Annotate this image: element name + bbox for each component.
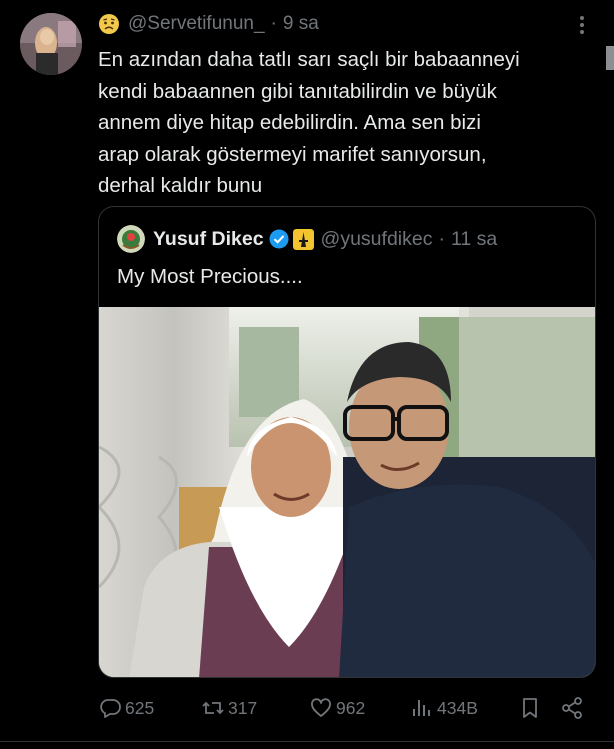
quoted-tweet-header: Yusuf Dikec @yusufdikec · 11 sa <box>117 225 497 253</box>
tweet-time[interactable]: 9 sa <box>283 13 319 35</box>
scrollbar-thumb[interactable] <box>606 46 614 70</box>
verified-badge-icon <box>269 229 289 249</box>
share-icon <box>562 697 582 719</box>
quoted-tweet[interactable]: Yusuf Dikec @yusufdikec · 11 sa My Most … <box>98 206 596 678</box>
tweet-text-line: arap olarak göstermeyi marifet sanıyorsu… <box>98 142 487 166</box>
affiliate-badge-icon <box>292 228 314 250</box>
user-avatar[interactable] <box>20 13 82 75</box>
tweet-handle[interactable]: @Servetifunun_ <box>128 13 265 35</box>
tweet-text-line: kendi babaannen gibi tanıtabilirdin ve b… <box>98 79 497 103</box>
heart-icon <box>311 698 331 717</box>
quoted-user-name[interactable]: Yusuf Dikec <box>153 228 264 251</box>
tweet-actions: 625 317 962 434B <box>98 692 588 724</box>
tweet[interactable]: @Servetifunun_ · 9 sa En azından daha ta… <box>0 0 614 740</box>
tweet-text-line: derhal kaldır bunu <box>98 174 263 197</box>
bookmark-button[interactable] <box>518 692 545 724</box>
worried-face-emoji-icon <box>99 14 119 34</box>
more-dots-icon[interactable] <box>572 14 592 36</box>
share-button[interactable] <box>560 692 587 724</box>
quoted-photo[interactable] <box>99 307 596 678</box>
tweet-text: En azından daha tatlı sarı saçlı bir bab… <box>98 44 598 202</box>
tweet-separator: · <box>270 13 277 34</box>
views-button[interactable]: 434B <box>410 692 478 724</box>
quoted-user-avatar[interactable] <box>117 225 145 253</box>
retweet-count: 317 <box>228 697 258 718</box>
like-button[interactable]: 962 <box>309 692 365 724</box>
quoted-tweet-text: My Most Precious.... <box>117 265 303 288</box>
reply-button[interactable]: 625 <box>98 692 154 724</box>
views-count: 434B <box>437 697 478 718</box>
divider <box>0 741 614 742</box>
quoted-time[interactable]: 11 sa <box>451 228 497 251</box>
bookmark-icon <box>523 698 537 718</box>
tweet-text-line: En azından daha tatlı sarı saçlı bir bab… <box>98 48 520 71</box>
quoted-separator: · <box>438 227 445 250</box>
reply-bubble-icon <box>100 699 121 718</box>
retweet-button[interactable]: 317 <box>201 692 257 724</box>
tweet-text-line: annem diye hitap edebilirdin. Ama sen bi… <box>98 111 481 134</box>
views-bar-icon <box>413 700 430 716</box>
like-count: 962 <box>336 697 366 718</box>
retweet-icon <box>202 701 224 715</box>
quoted-user-handle[interactable]: @yusufdikec <box>321 228 433 251</box>
reply-count: 625 <box>125 697 155 718</box>
tweet-header: @Servetifunun_ · 9 sa <box>98 11 319 37</box>
